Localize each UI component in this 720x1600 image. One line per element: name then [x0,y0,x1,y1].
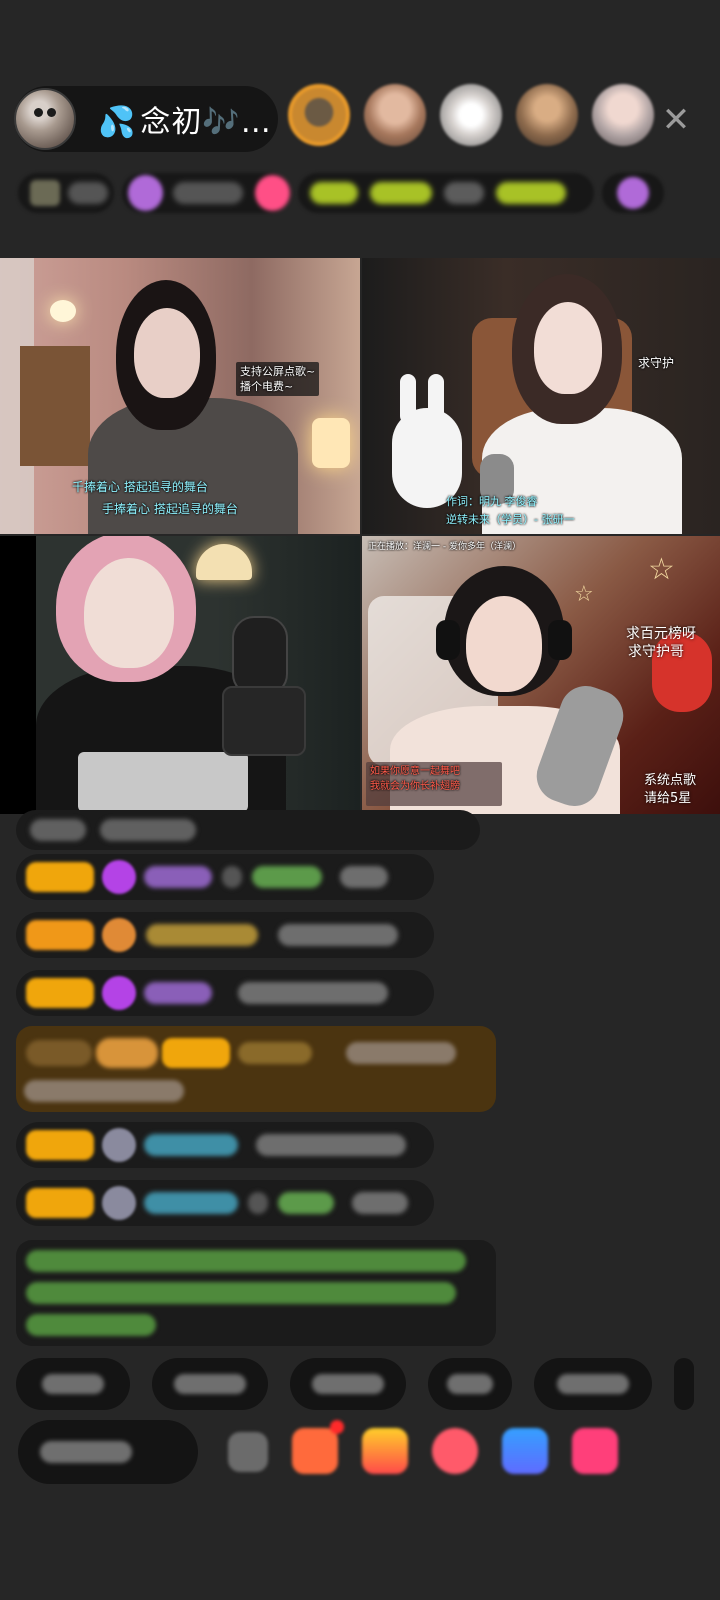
quick-chip[interactable] [428,1358,512,1410]
chat-input[interactable] [18,1420,198,1484]
caption-line: 播个电费~ [240,380,294,393]
side-label: 求守护 [638,356,675,370]
lyric-line: 千捧着心 搭起追寻的舞台 [72,480,208,494]
gem-icon [102,860,136,894]
notification-dot [330,1420,344,1434]
chat-message[interactable] [16,810,480,850]
hourly-rank-chip[interactable] [122,173,290,213]
viewer-avatar-list [288,84,654,146]
quick-chip[interactable] [16,1358,130,1410]
microphone [232,616,288,696]
task-chip[interactable] [298,173,594,213]
corner-label: 请给5星 [644,791,692,806]
video-tile-1[interactable]: 支持公屏点歌~ 播个电费~ 千捧着心 搭起追寻的舞台 手捧着心 搭起追寻的舞台 [0,258,360,534]
chat-bubble-icon[interactable] [502,1428,548,1474]
user-avatar [102,1186,136,1220]
streamer-face [134,308,200,398]
song-credit: 作词：明九 李俊睿 [446,495,538,508]
fire-icon [128,175,163,211]
host-name: 💦 念初🎶… [98,105,272,140]
host-avatar[interactable] [14,88,76,150]
chat-message[interactable] [16,1122,434,1168]
video-grid: 支持公屏点歌~ 播个电费~ 千捧着心 搭起追寻的舞台 手捧着心 搭起追寻的舞台 … [0,258,720,816]
now-playing: 正在播放：洋澜一 - 爱你多年（洋澜） [368,542,521,552]
action-icon-row [228,1420,618,1474]
chat-message[interactable] [16,854,434,900]
level-badge [26,1188,94,1218]
gem-icon [102,976,136,1010]
gift-box-icon[interactable] [292,1420,344,1474]
caption-line: 支持公屏点歌~ [240,365,316,378]
streamer-face [84,558,174,668]
shelf [20,346,90,466]
viewer-avatar[interactable] [288,84,350,146]
wall-lamp [50,300,76,322]
rank-chip[interactable] [18,173,114,213]
caption-box: 支持公屏点歌~ 播个电费~ [236,362,320,396]
headphone-cup [548,620,572,660]
star-icon: ☆ [648,552,675,587]
host-info-pill[interactable]: 💦 念初🎶… [14,86,278,152]
more-chip[interactable] [602,173,664,213]
quick-chip[interactable] [534,1358,652,1410]
viewer-avatar[interactable] [592,84,654,146]
level-badge [26,920,94,950]
headphone-cup [436,620,460,660]
streamer-face [466,596,542,692]
chat-message-highlight[interactable] [16,1026,496,1112]
mic-stand [222,686,306,756]
rank-icon [30,180,60,206]
side-label: 求百元榜呀 [626,626,696,642]
streamer-face [534,302,602,394]
level-badge [162,1038,230,1068]
gift-icon [617,177,649,209]
level-badge [26,978,94,1008]
chat-message[interactable] [16,1180,434,1226]
heart-icon [255,175,290,211]
gift-icon[interactable] [362,1428,408,1474]
video-tile-2[interactable]: 求守护 作词：明九 李俊睿 逆转未来（学员）- 张研一 [362,258,720,534]
lyric-line: 如果你愿意一起舞吧 [370,766,460,777]
level-badge [26,862,94,892]
floor-lamp [312,418,350,468]
rabbit-ear [428,374,444,424]
chat-message[interactable] [16,912,434,958]
viewer-avatar[interactable] [516,84,578,146]
quick-chip[interactable] [674,1358,694,1410]
chat-message[interactable] [16,970,434,1016]
song-credit: 逆转未来（学员）- 张研一 [446,513,575,526]
video-tile-3[interactable] [0,536,360,814]
viewer-avatar[interactable] [440,84,502,146]
wall-lamp [196,544,252,580]
quick-action-row [16,1358,694,1410]
shop-icon[interactable] [572,1428,618,1474]
close-icon[interactable]: ✕ [656,100,696,140]
rabbit-ear [400,374,416,424]
star-icon: ☆ [574,582,594,607]
heart-gift-icon[interactable] [432,1428,478,1474]
level-badge [26,1130,94,1160]
lyric-line: 我就会为你长补翅膀 [370,781,460,792]
corner-label: 系统点歌 [644,773,697,788]
stats-bar [18,168,688,218]
video-tile-4[interactable]: ☆ ☆ 正在播放：洋澜一 - 爱你多年（洋澜） 求百元榜呀 求守护哥 如果你愿意… [362,536,720,814]
more-icon[interactable] [228,1432,268,1472]
quick-chip[interactable] [152,1358,268,1410]
system-notice [16,1240,496,1346]
droplet-icon: 💦 [98,105,137,140]
quick-chip[interactable] [290,1358,406,1410]
rabbit-plush [392,408,462,508]
lyric-box: 如果你愿意一起舞吧 我就会为你长补翅膀 [366,762,502,806]
shirt-print [78,752,248,812]
lyric-line: 手捧着心 搭起追寻的舞台 [102,502,238,516]
side-label: 求守护哥 [628,644,684,660]
fan-badge-icon [102,918,136,952]
viewer-avatar[interactable] [364,84,426,146]
user-avatar [102,1128,136,1162]
